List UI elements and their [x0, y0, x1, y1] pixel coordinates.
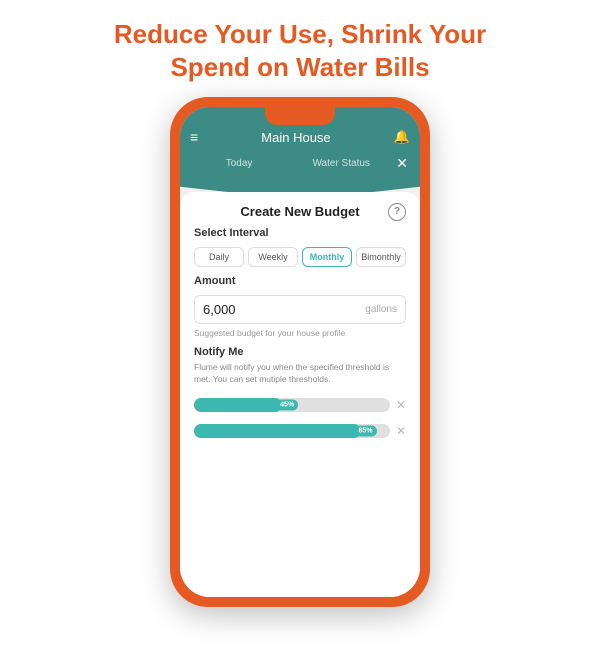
headline-line2: Spend on Water Bills — [170, 52, 429, 82]
interval-weekly[interactable]: Weekly — [248, 247, 298, 267]
slider-row-2: 85% ✕ — [194, 424, 406, 438]
headline: Reduce Your Use, Shrink Your Spend on Wa… — [0, 0, 600, 93]
notify-desc: Flume will notify you when the specified… — [194, 362, 406, 386]
slider-track-1[interactable]: 45% — [194, 398, 390, 412]
amount-unit: gallons — [365, 304, 397, 315]
close-tab-icon[interactable]: ✕ — [392, 155, 412, 172]
phone-body: ≡ Main House 🔔 Today Water Status ✕ Crea… — [170, 97, 430, 607]
slider-remove-2[interactable]: ✕ — [396, 424, 406, 438]
interval-buttons: Daily Weekly Monthly Bimonthly — [194, 247, 406, 267]
help-icon[interactable]: ? — [388, 203, 406, 221]
slider-row-1: 45% ✕ — [194, 398, 406, 412]
phone-screen: ≡ Main House 🔔 Today Water Status ✕ Crea… — [180, 107, 420, 597]
interval-monthly[interactable]: Monthly — [302, 247, 352, 267]
headline-line1: Reduce Your Use, Shrink Your — [114, 19, 486, 49]
modal-title: Create New Budget — [240, 204, 359, 219]
slider-fill-1: 45% — [194, 398, 282, 412]
slider-fill-2: 85% — [194, 424, 361, 438]
phone-notch — [265, 107, 335, 125]
app-content: Create New Budget ? Select Interval Dail… — [180, 178, 420, 597]
phone-mockup: ≡ Main House 🔔 Today Water Status ✕ Crea… — [0, 93, 600, 607]
tab-today[interactable]: Today — [188, 155, 290, 172]
amount-value: 6,000 — [203, 302, 236, 317]
slider-label-1: 45% — [276, 399, 298, 410]
slider-track-2[interactable]: 85% — [194, 424, 390, 438]
interval-daily[interactable]: Daily — [194, 247, 244, 267]
amount-field[interactable]: 6,000 gallons — [194, 295, 406, 324]
interval-bimonthly[interactable]: Bimonthly — [356, 247, 406, 267]
nav-title: Main House — [261, 130, 330, 145]
tab-water-status[interactable]: Water Status — [290, 155, 392, 172]
modal-sheet: Create New Budget ? Select Interval Dail… — [180, 192, 420, 597]
suggestion-text: Suggested budget for your house profile — [194, 328, 406, 338]
notify-title: Notify Me — [194, 346, 406, 358]
amount-section-label: Amount — [194, 275, 406, 287]
interval-section-label: Select Interval — [194, 227, 406, 239]
bell-icon[interactable]: 🔔 — [394, 129, 410, 145]
app-tabs: Today Water Status ✕ — [180, 153, 420, 178]
modal-header: Create New Budget ? — [194, 204, 406, 219]
page-header: Reduce Your Use, Shrink Your Spend on Wa… — [0, 0, 600, 93]
menu-icon[interactable]: ≡ — [190, 129, 198, 145]
slider-remove-1[interactable]: ✕ — [396, 398, 406, 412]
slider-label-2: 85% — [355, 425, 377, 436]
